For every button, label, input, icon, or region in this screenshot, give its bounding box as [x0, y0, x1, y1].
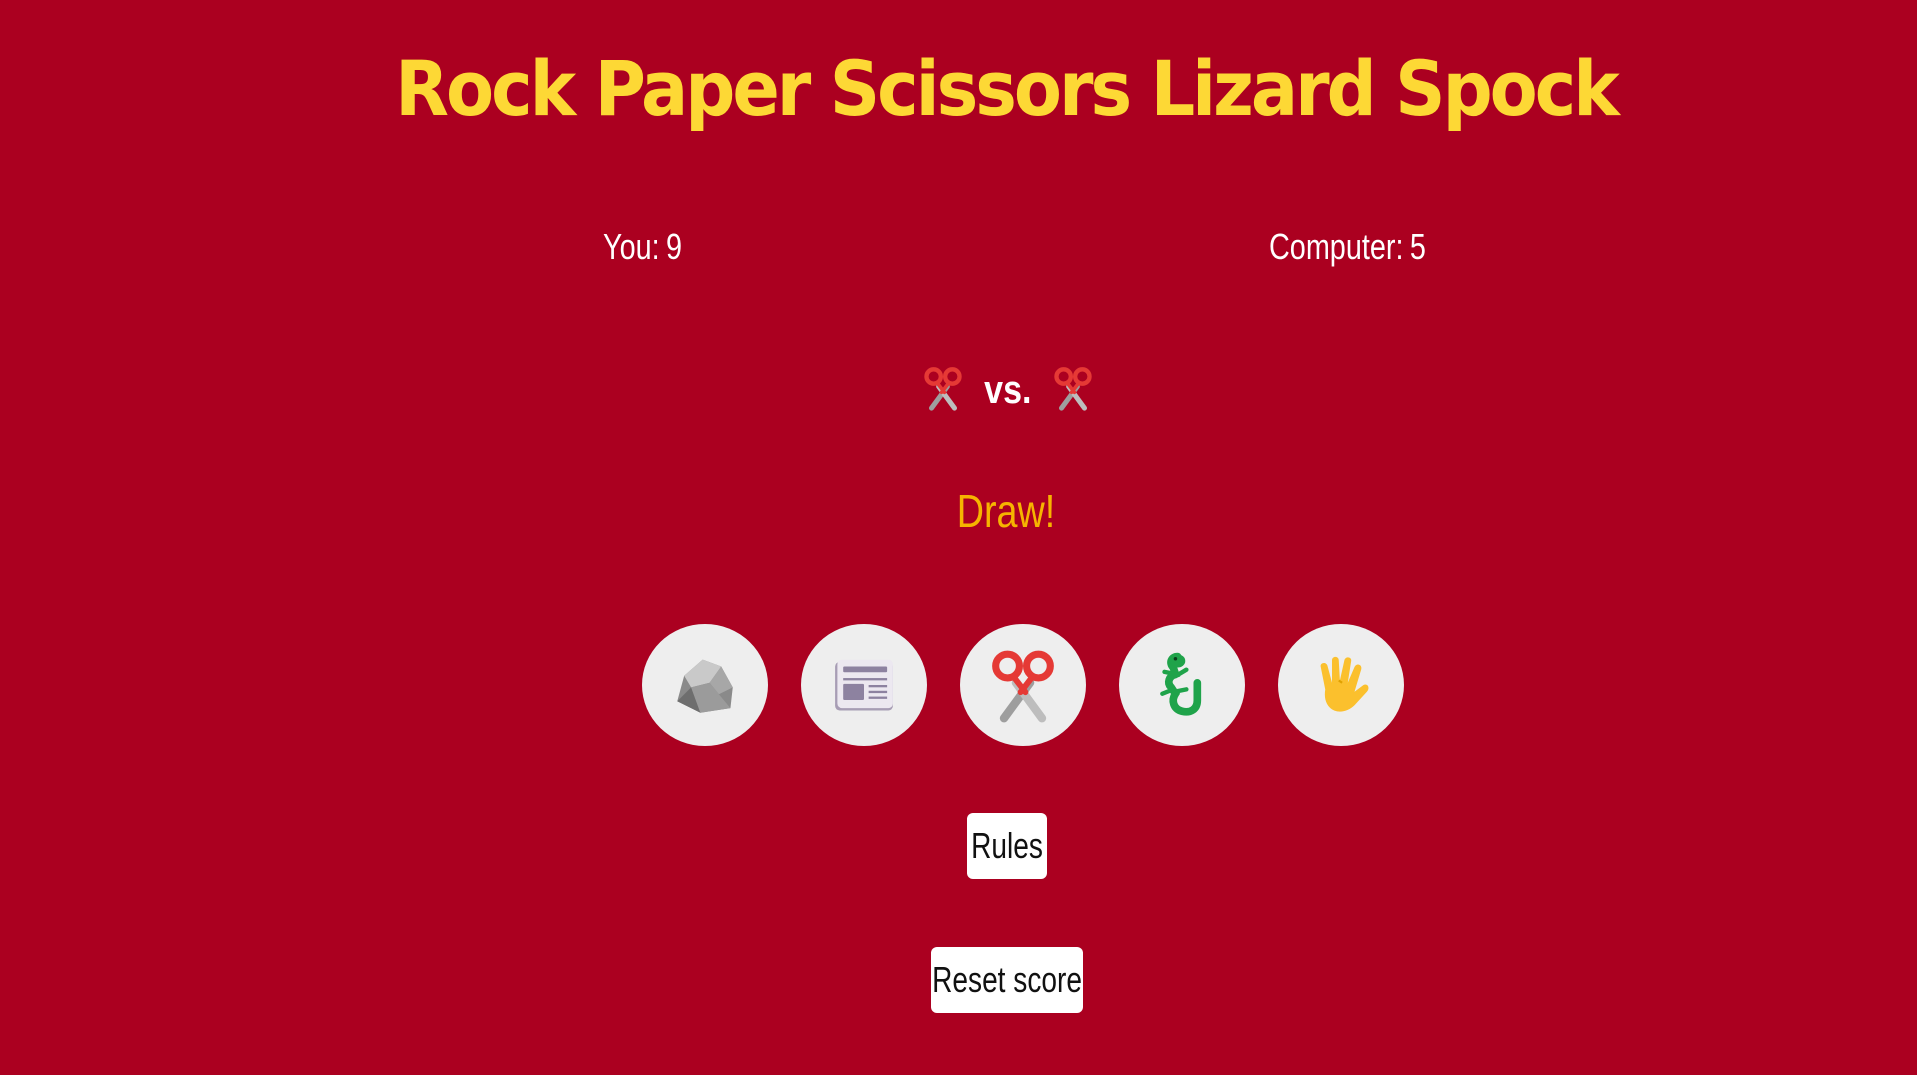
paper-button[interactable]: [801, 624, 927, 746]
computer-score-value: 5: [1409, 226, 1426, 267]
computer-score: Computer: 5: [1269, 226, 1426, 268]
round-result: Draw!: [956, 485, 1056, 537]
player-choice-scissors-icon: [920, 365, 966, 416]
rules-button-label: Rules: [971, 825, 1043, 866]
matchup-display: vs.: [920, 364, 1096, 416]
rock-icon: [677, 659, 733, 713]
choice-buttons: [642, 624, 1404, 746]
vs-label: vs.: [984, 367, 1032, 412]
spock-button[interactable]: [1278, 624, 1404, 746]
lizard-icon: [1160, 652, 1202, 716]
rock-button[interactable]: [642, 624, 768, 746]
vulcan-salute-icon: [1320, 656, 1369, 712]
player-score-value: 9: [666, 226, 683, 267]
reset-score-button-label: Reset score: [932, 959, 1082, 1000]
page-title: Rock Paper Scissors Lizard Spock: [395, 44, 1620, 134]
rules-button[interactable]: Rules: [967, 813, 1047, 879]
reset-score-button[interactable]: Reset score: [931, 947, 1083, 1013]
scissors-icon: [992, 650, 1054, 723]
lizard-button[interactable]: [1119, 624, 1245, 746]
computer-choice-scissors-icon: [1050, 365, 1096, 416]
game-screen: Rock Paper Scissors Lizard Spock You: 9 C…: [0, 0, 1917, 1075]
scissors-button[interactable]: [960, 624, 1086, 746]
player-score: You: 9: [603, 226, 682, 268]
computer-score-label: Computer:: [1269, 226, 1404, 267]
player-score-label: You:: [603, 226, 660, 267]
newspaper-icon: [835, 659, 893, 711]
